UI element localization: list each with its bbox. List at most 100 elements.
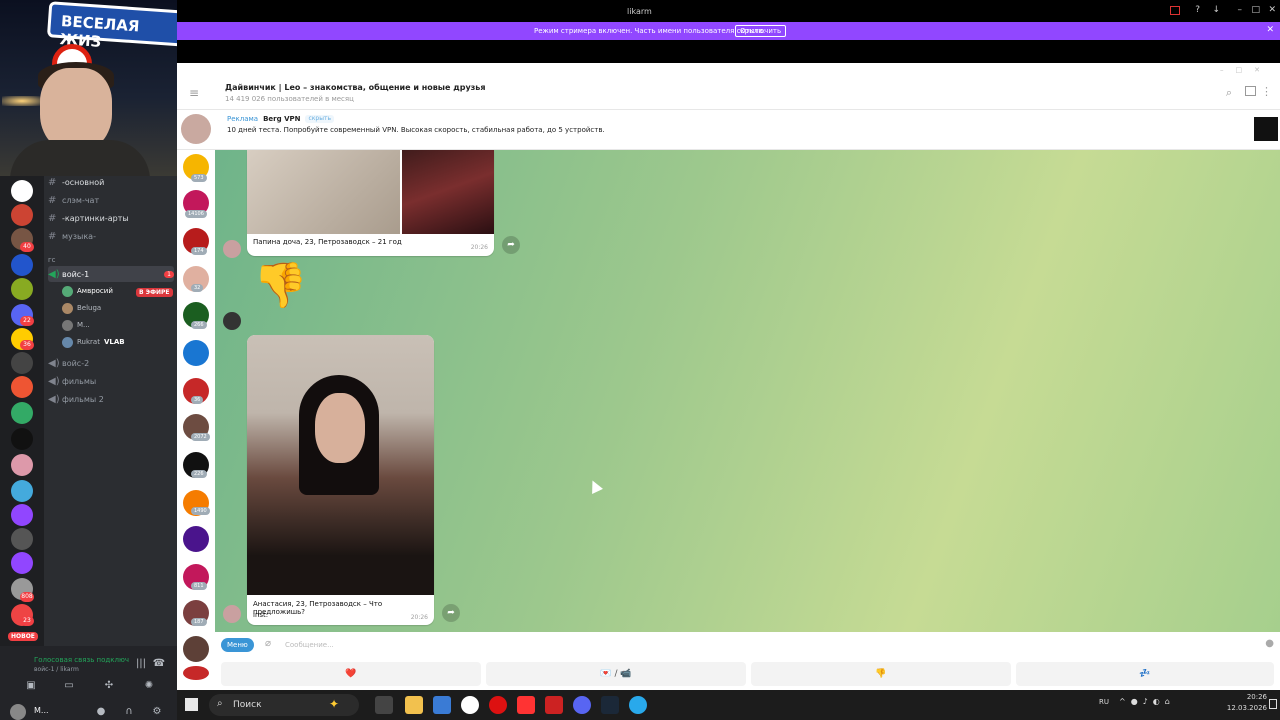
language-indicator[interactable]: RU [1099, 698, 1109, 706]
help-icon[interactable]: ? [1195, 5, 1200, 15]
file-explorer-icon[interactable] [405, 696, 423, 714]
user-avatar[interactable] [10, 704, 26, 720]
opera-icon[interactable] [489, 696, 507, 714]
screen-share-icon[interactable]: ▭ [62, 680, 76, 694]
yandex-icon[interactable] [517, 696, 535, 714]
bot-avatar[interactable] [223, 240, 241, 258]
chat-subtitle: 14 419 026 пользователей в месяц [225, 95, 354, 103]
search-icon: ⌕ [217, 698, 223, 709]
chat-title[interactable]: Дайвинчик | Leo – знакомства, общение и … [225, 83, 486, 92]
message-photo[interactable] [402, 150, 494, 234]
voice-channel-films-2[interactable]: ◀) фильмы 2 [48, 391, 104, 407]
voice-channel-films[interactable]: ◀) фильмы [48, 373, 96, 389]
menu-icon[interactable]: ≡ [189, 86, 199, 100]
streamer-banner-text: Режим стримера включен. Часть имени поль… [534, 27, 766, 35]
server-icon[interactable] [11, 352, 33, 374]
chat-avatar[interactable] [183, 526, 209, 552]
soundboard-icon[interactable]: ✺ [142, 680, 156, 694]
yandex-browser-icon[interactable] [461, 696, 479, 714]
chat-avatar[interactable] [183, 636, 209, 662]
speaker-icon: ◀) [48, 268, 60, 280]
forward-icon[interactable]: ➦ [502, 236, 520, 254]
disconnect-icon[interactable]: ☎ [152, 658, 166, 672]
server-icon[interactable] [11, 528, 33, 550]
channel-slam[interactable]: # слэм-чат [48, 192, 99, 208]
server-icon[interactable] [11, 254, 33, 276]
server-icon[interactable] [11, 454, 33, 476]
bot-menu-button[interactable]: Меню [221, 638, 254, 652]
message-bubble[interactable]: Папина доча, 23, Петрозаводск – 21 год 2… [247, 150, 494, 256]
disable-streamer-button[interactable]: Отключить [735, 25, 787, 37]
server-icon[interactable] [11, 204, 33, 226]
wildberries-icon[interactable] [545, 696, 563, 714]
chat-header: ≡ Дайвинчик | Leo – знакомства, общение … [177, 78, 1280, 110]
dislike-button[interactable]: 👎 [751, 662, 1011, 686]
headphones-icon[interactable]: ∩ [122, 706, 136, 720]
attach-icon[interactable]: ⌀ [265, 638, 271, 649]
sleep-button[interactable]: 💤 [1016, 662, 1274, 686]
server-icon[interactable] [11, 428, 33, 450]
voice-channel-2[interactable]: ◀) войс-2 [48, 355, 89, 371]
notifications-icon[interactable] [1269, 699, 1277, 709]
activity-icon[interactable]: ✣ [102, 680, 116, 694]
steam-icon[interactable] [601, 696, 619, 714]
voice-status-subtitle: войс-1 / likarm [34, 666, 79, 673]
clock-time[interactable]: 20:26 [1223, 693, 1267, 701]
server-icon[interactable] [11, 480, 33, 502]
discord-icon[interactable] [573, 696, 591, 714]
like-button[interactable]: ❤️ [221, 662, 481, 686]
settings-gear-icon[interactable]: ⚙ [150, 706, 164, 720]
hash-icon: # [48, 194, 57, 206]
message-input[interactable]: Сообщение... [285, 641, 334, 649]
minimize-icon[interactable]: – [1238, 5, 1243, 15]
store-icon[interactable] [433, 696, 451, 714]
message-bubble[interactable]: Анастасия, 23, Петрозаводск – Что предло… [247, 335, 434, 625]
server-icon[interactable] [11, 376, 33, 398]
hide-ad-button[interactable]: скрыть [305, 115, 334, 123]
soundwave-icon[interactable]: ||| [134, 658, 148, 672]
unread-badge: 32 [191, 284, 204, 292]
download-icon[interactable]: ↓ [1212, 5, 1220, 15]
mic-icon[interactable]: ● [94, 706, 108, 720]
forward-icon[interactable]: ➦ [442, 604, 460, 622]
bot-avatar[interactable] [223, 605, 241, 623]
tray-icons[interactable]: ^●♪◐⌂ [1119, 697, 1175, 706]
voice-user[interactable]: М... [62, 318, 90, 332]
user-avatar[interactable] [223, 312, 241, 330]
camera-off-icon[interactable]: ▣ [24, 680, 38, 694]
server-icon[interactable] [11, 402, 33, 424]
more-icon[interactable]: ⋮ [1261, 85, 1272, 98]
channel-osnovnoy[interactable]: # -основной [48, 174, 104, 190]
server-badge: 808 [20, 592, 34, 602]
server-icon[interactable] [11, 504, 33, 526]
telegram-icon[interactable] [629, 696, 647, 714]
close-icon[interactable]: ✕ [1268, 5, 1276, 15]
voice-user[interactable]: Rukrat VLAB [62, 335, 125, 349]
server-icon[interactable] [11, 278, 33, 300]
clock-date[interactable]: 12.03.2026 [1217, 704, 1267, 712]
maximize-icon[interactable]: □ [1251, 5, 1260, 15]
tg-window-controls[interactable]: –□✕ [1220, 66, 1272, 74]
unread-badge: 1490 [191, 507, 210, 515]
mic-icon[interactable]: ● [1265, 638, 1274, 649]
message-photo[interactable] [247, 150, 400, 234]
chat-avatar[interactable] [183, 666, 209, 680]
search-icon[interactable]: ⌕ [1226, 86, 1232, 100]
voice-user[interactable]: Beluga [62, 301, 101, 315]
channel-music[interactable]: # музыка- [48, 228, 96, 244]
channel-art[interactable]: # -картинки-арты [48, 210, 129, 226]
task-view-icon[interactable] [375, 696, 393, 714]
voice-channel-1[interactable]: ◀) войс-1 1 [48, 266, 174, 282]
server-icon[interactable] [11, 180, 33, 202]
voice-user[interactable]: Амвросий [62, 284, 113, 298]
banner-close-icon[interactable]: ✕ [1266, 25, 1274, 35]
server-badge: 36 [20, 340, 34, 350]
chat-avatar[interactable] [183, 340, 209, 366]
sidebar-toggle-icon[interactable] [1245, 86, 1256, 96]
message-video-button[interactable]: 💌 / 📹 [486, 662, 746, 686]
record-icon[interactable] [1170, 6, 1180, 15]
windows-start-icon[interactable] [185, 698, 198, 711]
ad-thumbnail[interactable] [1254, 117, 1278, 141]
taskbar-search[interactable]: ⌕ Поиск ✦ [209, 694, 359, 716]
twitch-icon[interactable] [11, 552, 33, 574]
